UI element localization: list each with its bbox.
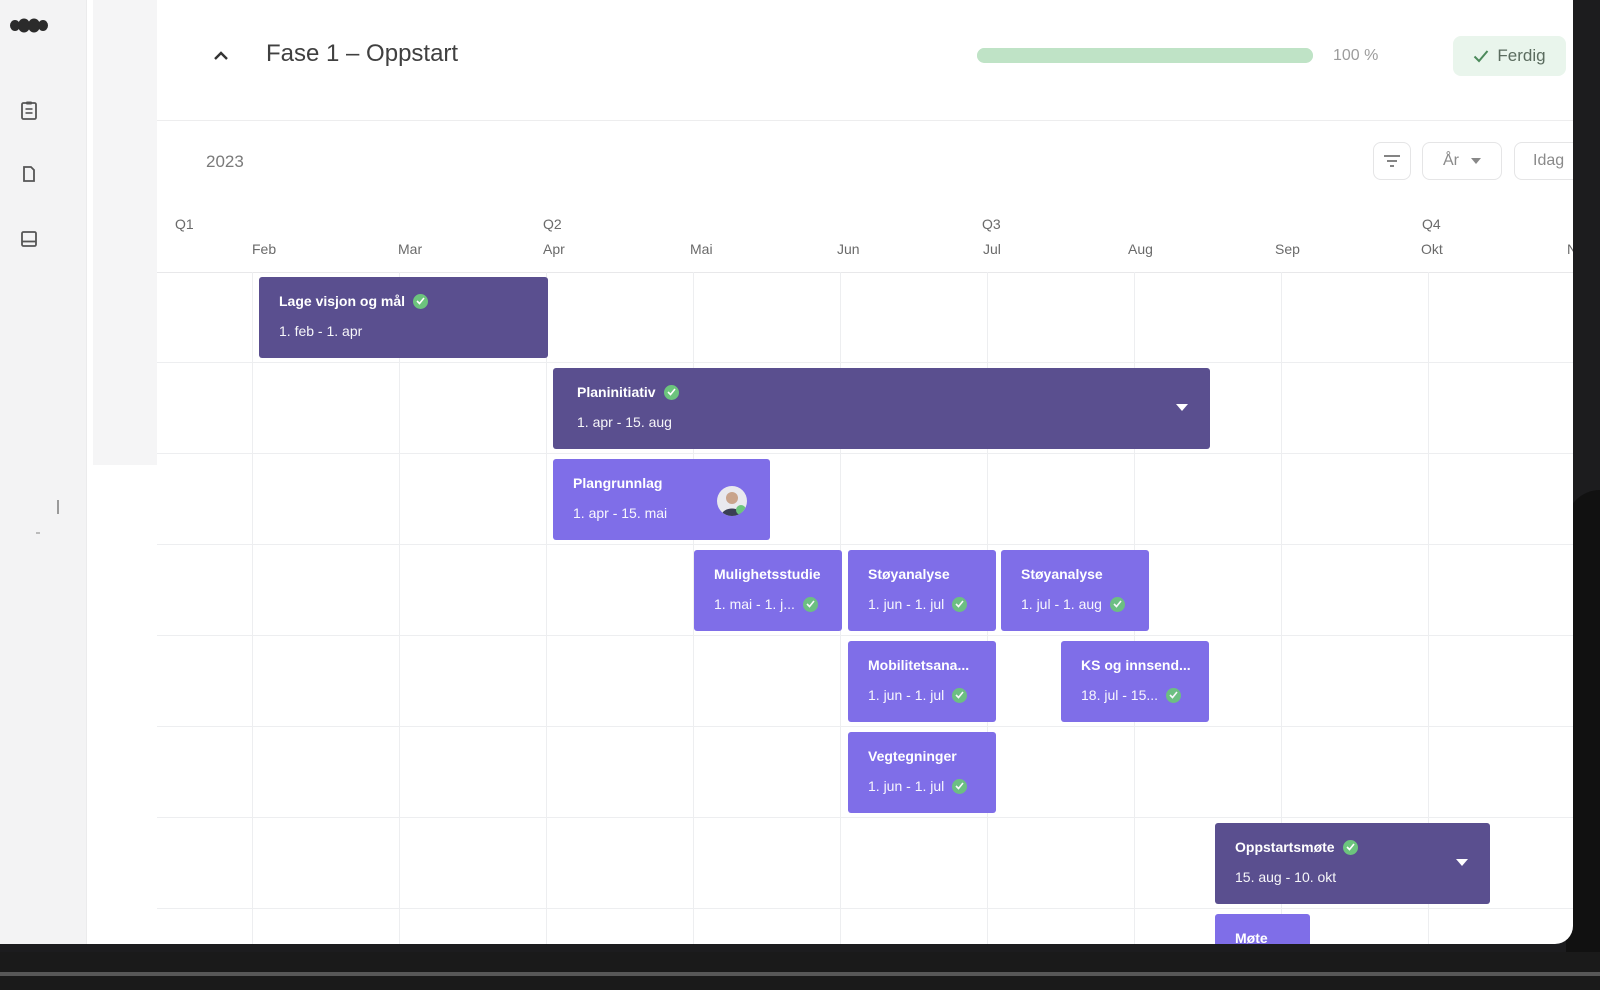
inbox-icon[interactable] bbox=[18, 228, 40, 250]
caret-down-icon bbox=[1471, 158, 1481, 164]
rail-dot bbox=[36, 532, 40, 534]
grid-column-line bbox=[252, 272, 253, 944]
filter-button[interactable] bbox=[1373, 142, 1411, 180]
check-icon bbox=[1342, 839, 1358, 855]
task-card[interactable]: Støyanalyse 1. jun - 1. jul bbox=[848, 550, 996, 631]
secondary-panel bbox=[93, 0, 157, 465]
check-icon bbox=[952, 778, 968, 794]
task-name: Mobilitetsana... bbox=[868, 657, 970, 673]
month-label: Jun bbox=[837, 241, 860, 257]
grid-row-line bbox=[157, 726, 1573, 727]
grid-column-line bbox=[399, 272, 400, 944]
chevron-up-icon[interactable] bbox=[209, 44, 233, 68]
task-card[interactable]: Mobilitetsana... 1. jun - 1. jul bbox=[848, 641, 996, 722]
caret-down-icon[interactable] bbox=[1176, 404, 1188, 411]
filter-icon bbox=[1384, 155, 1400, 167]
grid-row-line bbox=[157, 544, 1573, 545]
task-name: KS og innsend... bbox=[1081, 657, 1191, 673]
task-card[interactable]: Plangrunnlag 1. apr - 15. mai bbox=[553, 459, 770, 540]
grid-row-line bbox=[157, 817, 1573, 818]
month-label: Jul bbox=[983, 241, 1001, 257]
task-card[interactable]: Støyanalyse 1. jul - 1. aug bbox=[1001, 550, 1149, 631]
task-dates: 15. aug - 10. okt bbox=[1235, 869, 1337, 885]
task-card[interactable]: KS og innsend... 18. jul - 15... bbox=[1061, 641, 1209, 722]
month-label: N bbox=[1567, 241, 1573, 257]
grid-row-line bbox=[157, 635, 1573, 636]
task-dates: 1. apr - 15. mai bbox=[573, 505, 668, 521]
check-icon bbox=[952, 687, 968, 703]
month-label: Okt bbox=[1421, 241, 1443, 257]
month-label: Mar bbox=[398, 241, 423, 257]
task-card[interactable]: Mulighetsstudie 1. mai - 1. j... bbox=[694, 550, 842, 631]
avatar bbox=[717, 486, 747, 516]
today-button[interactable]: Idag bbox=[1514, 142, 1573, 180]
progress-bar bbox=[977, 48, 1313, 63]
app-screen: Fase 1 – Oppstart 100 % Ferdig 2023 År I… bbox=[0, 0, 1573, 944]
task-dates: 1. jun - 1. jul bbox=[868, 778, 945, 794]
quarter-label: Q2 bbox=[543, 216, 562, 232]
grid-row-line bbox=[157, 453, 1573, 454]
document-icon[interactable] bbox=[18, 163, 40, 185]
done-label: Ferdig bbox=[1497, 46, 1546, 65]
year-label: 2023 bbox=[206, 152, 244, 171]
check-icon bbox=[952, 596, 968, 612]
task-name: Støyanalyse bbox=[868, 566, 950, 582]
task-name: Lage visjon og mål bbox=[279, 293, 406, 309]
task-dates: 1. jun - 1. jul bbox=[868, 687, 945, 703]
grid-row-line bbox=[157, 362, 1573, 363]
device-frame-bottom bbox=[0, 952, 1600, 990]
task-name: Vegtegninger bbox=[868, 748, 957, 764]
done-button[interactable]: Ferdig bbox=[1453, 36, 1566, 76]
task-dates: 1. mai - 1. j... bbox=[714, 596, 795, 612]
task-dates: 1. feb - 1. apr bbox=[279, 323, 363, 339]
task-card[interactable]: Møte bbox=[1215, 914, 1310, 944]
progress-fill bbox=[977, 48, 1313, 63]
task-name: Mulighetsstudie bbox=[714, 566, 821, 582]
task-card[interactable]: Vegtegninger 1. jun - 1. jul bbox=[848, 732, 996, 813]
task-dates: 1. apr - 15. aug bbox=[577, 414, 672, 430]
grid-row-line bbox=[157, 908, 1573, 909]
caret-down-icon[interactable] bbox=[1456, 859, 1468, 866]
quarter-label: Q4 bbox=[1422, 216, 1441, 232]
device-frame-highlight bbox=[0, 972, 1600, 976]
view-select[interactable]: År bbox=[1422, 142, 1502, 180]
task-card[interactable]: Lage visjon og mål 1. feb - 1. apr bbox=[259, 277, 548, 358]
quarter-label: Q1 bbox=[175, 216, 194, 232]
logo[interactable] bbox=[9, 17, 49, 34]
task-name: Planinitiativ bbox=[577, 384, 656, 400]
grid-column-line bbox=[546, 272, 547, 944]
task-name: Møte bbox=[1235, 930, 1268, 944]
check-icon bbox=[1109, 596, 1125, 612]
task-name: Støyanalyse bbox=[1021, 566, 1103, 582]
task-dates: 1. jun - 1. jul bbox=[868, 596, 945, 612]
clipboard-icon[interactable] bbox=[18, 99, 40, 121]
check-icon bbox=[413, 293, 429, 309]
check-icon bbox=[1166, 687, 1182, 703]
task-card[interactable]: Oppstartsmøte 15. aug - 10. okt bbox=[1215, 823, 1490, 904]
progress-text: 100 % bbox=[1333, 47, 1379, 64]
month-label: Mai bbox=[690, 241, 713, 257]
check-icon bbox=[802, 596, 818, 612]
resize-handle[interactable] bbox=[57, 500, 59, 514]
view-select-label: År bbox=[1443, 152, 1459, 169]
task-name: Plangrunnlag bbox=[573, 475, 663, 491]
task-dates: 18. jul - 15... bbox=[1081, 687, 1159, 703]
phase-title: Fase 1 – Oppstart bbox=[266, 40, 459, 67]
check-icon bbox=[1474, 50, 1489, 63]
quarter-label: Q3 bbox=[982, 216, 1001, 232]
phase-header: Fase 1 – Oppstart 100 % Ferdig bbox=[157, 0, 1573, 121]
nav-rail bbox=[0, 0, 87, 944]
timeline-header-divider bbox=[157, 272, 1573, 273]
check-icon bbox=[663, 384, 679, 400]
task-dates: 1. jul - 1. aug bbox=[1021, 596, 1102, 612]
task-card[interactable]: Planinitiativ 1. apr - 15. aug bbox=[553, 368, 1210, 449]
month-label: Feb bbox=[252, 241, 277, 257]
task-name: Oppstartsmøte bbox=[1235, 839, 1335, 855]
month-label: Apr bbox=[543, 241, 565, 257]
month-label: Sep bbox=[1275, 241, 1300, 257]
month-label: Aug bbox=[1128, 241, 1153, 257]
